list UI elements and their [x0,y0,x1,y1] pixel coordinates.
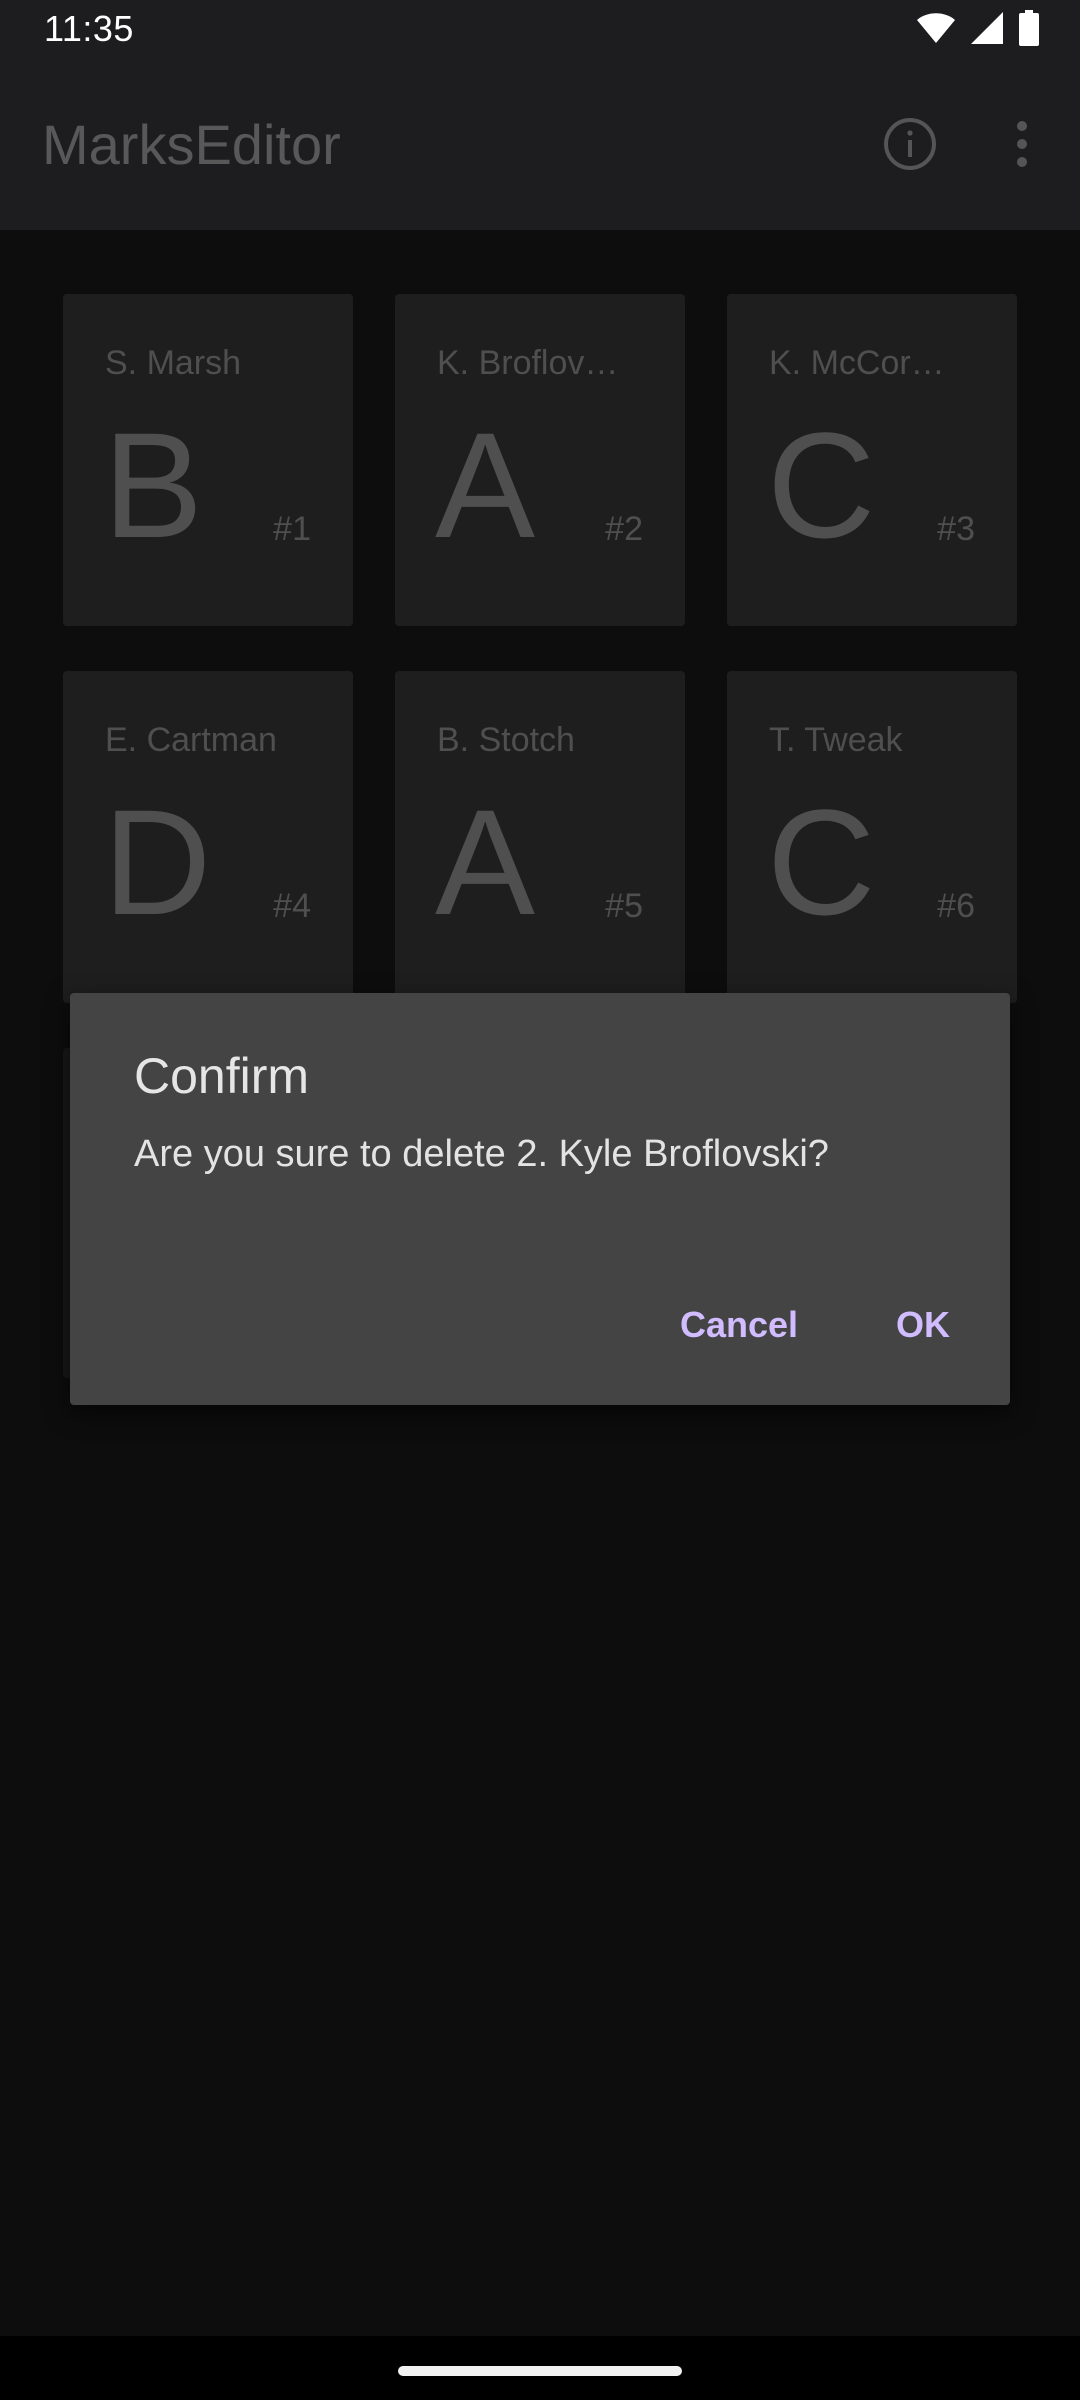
status-bar: 11:35 [0,0,1080,62]
wifi-icon [916,11,956,50]
screen: 11:35 MarksEditor S. Marsh B #1 K. Brofl… [0,0,1080,2400]
navigation-bar [0,2336,1080,2400]
status-icons [916,9,1040,51]
battery-icon [1018,9,1040,51]
app-title: MarksEditor [42,113,341,176]
more-options-button[interactable] [986,110,1058,182]
info-icon [882,116,938,177]
dialog-title: Confirm [134,1048,310,1104]
cancel-button[interactable]: Cancel [650,1293,828,1357]
signal-icon [970,11,1004,50]
home-gesture-handle[interactable] [398,2366,682,2376]
app-bar: MarksEditor [0,62,1080,230]
more-vert-icon [1012,120,1032,173]
dialog-message: Are you sure to delete 2. Kyle Broflovsk… [134,1133,829,1175]
info-button[interactable] [874,110,946,182]
ok-button[interactable]: OK [864,1293,982,1357]
confirm-dialog: Confirm Are you sure to delete 2. Kyle B… [70,993,1010,1405]
status-time: 11:35 [44,8,134,49]
